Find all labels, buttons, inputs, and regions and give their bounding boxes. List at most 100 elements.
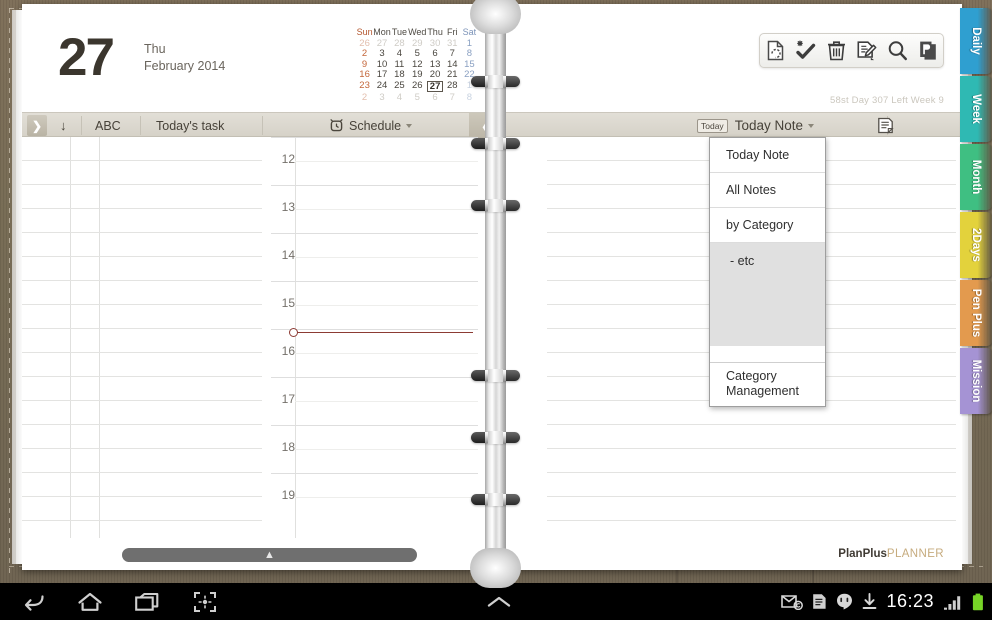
document-icon[interactable]: [812, 593, 827, 610]
mini-calendar-day[interactable]: 6: [427, 92, 444, 104]
mini-calendar-weekday: Tue: [391, 27, 407, 37]
mini-calendar-day[interactable]: 7: [444, 92, 461, 104]
abc-label: ABC: [95, 118, 121, 133]
hour-label: 13: [281, 200, 295, 214]
task-section-title[interactable]: Today's task: [156, 113, 224, 138]
ruled-line: [22, 304, 262, 305]
hour-line: [271, 185, 478, 186]
mini-calendar-day[interactable]: 23: [356, 81, 373, 93]
view-tab-daily[interactable]: Daily: [960, 8, 992, 74]
mini-calendar-weekday: Mon: [373, 27, 391, 37]
trash-icon[interactable]: [823, 38, 849, 64]
ruled-line: [22, 352, 262, 353]
schedule-pane[interactable]: 12 13 14 15 16 17 18 19: [263, 137, 478, 538]
mini-calendar-day[interactable]: 5: [408, 92, 427, 104]
schedule-section-title[interactable]: Schedule: [330, 113, 413, 138]
hangouts-icon[interactable]: [836, 593, 853, 610]
check-done-icon[interactable]: [793, 38, 819, 64]
hour-line: [271, 137, 478, 138]
expand-sidebar-button[interactable]: ❯: [27, 115, 47, 136]
hour-label: 19: [281, 488, 295, 502]
view-tab-week[interactable]: Week: [960, 76, 992, 142]
mini-calendar-day[interactable]: 16: [356, 70, 373, 81]
search-icon[interactable]: [884, 38, 910, 64]
battery-icon: [972, 593, 984, 611]
back-button[interactable]: [10, 583, 56, 620]
copy-page-icon[interactable]: [762, 38, 788, 64]
mini-calendar-day[interactable]: 28: [444, 81, 461, 93]
view-tab-pen-plus[interactable]: Pen Plus: [960, 280, 992, 346]
task-pane[interactable]: [22, 137, 262, 538]
view-tab-month[interactable]: Month: [960, 144, 992, 210]
mini-calendar-day[interactable]: 8: [461, 92, 478, 104]
mini-calendar-day[interactable]: 25: [391, 81, 408, 93]
drawer-handle[interactable]: ▲: [122, 548, 417, 562]
half-hour-line: [295, 257, 478, 258]
hour-line: [271, 473, 478, 474]
ruled-line: [547, 448, 956, 449]
mini-calendar[interactable]: Sun Mon Tue Wed Thu Fri Sat 26 27 28 29 30 31 1 2 3 4 5 6…: [356, 27, 478, 103]
mini-calendar-day[interactable]: 19: [408, 70, 427, 81]
view-tab-mission[interactable]: Mission: [960, 348, 992, 414]
task-column-divider: [70, 137, 71, 538]
mini-calendar-day[interactable]: 20: [427, 70, 444, 81]
ruled-line: [22, 520, 262, 521]
recents-button[interactable]: [124, 583, 170, 620]
hour-label: 15: [281, 296, 295, 310]
dropdown-item[interactable]: - etc: [710, 243, 825, 278]
mini-calendar-day[interactable]: 1: [461, 81, 478, 93]
today-badge[interactable]: Today: [697, 118, 728, 133]
home-button[interactable]: [67, 583, 113, 620]
today-note-section-title[interactable]: Today Today Note: [697, 113, 814, 138]
status-tray: 16:23: [781, 583, 984, 620]
mini-calendar-today[interactable]: 27: [426, 80, 444, 93]
expand-notifications-button[interactable]: [476, 583, 522, 620]
view-tabs: Daily Week Month 2Days Pen Plus Mission: [960, 8, 992, 416]
sort-toggle[interactable]: ↓: [60, 113, 67, 138]
collapse-panel-button[interactable]: ❮: [469, 113, 504, 138]
section-divider: [504, 116, 505, 135]
mini-calendar-day[interactable]: 22: [461, 70, 478, 81]
dropdown-item[interactable]: by Category: [710, 208, 825, 243]
abc-filter-button[interactable]: ABC: [95, 113, 121, 138]
note-label: Today Note: [734, 118, 803, 133]
current-time-line: [293, 332, 473, 333]
hour-line: [271, 281, 478, 282]
mini-calendar-header-row: Sun Mon Tue Wed Thu Fri Sat: [356, 27, 478, 39]
page-header: 27 Thu February 2014 Sun Mon Tue Wed Thu Fri S…: [22, 4, 962, 112]
view-tab-2days[interactable]: 2Days: [960, 212, 992, 278]
mini-calendar-day[interactable]: 18: [391, 70, 408, 81]
download-icon[interactable]: [862, 593, 877, 610]
hour-line: [271, 329, 478, 330]
dropdown-item[interactable]: Today Note: [710, 138, 825, 173]
screenshot-button[interactable]: [182, 583, 228, 620]
view-tab-label: Pen Plus: [970, 288, 982, 338]
mini-calendar-day[interactable]: 4: [391, 92, 408, 104]
ruled-line: [22, 328, 262, 329]
half-hour-line: [295, 305, 478, 306]
note-category-dropdown[interactable]: Today Note All Notes by Category - etc Cate…: [709, 137, 826, 407]
mini-calendar-weekday: Fri: [446, 27, 458, 37]
chevron-down-icon: [807, 123, 814, 128]
ruled-line: [22, 424, 262, 425]
mini-calendar-day[interactable]: 17: [373, 70, 391, 81]
mini-calendar-day[interactable]: 24: [373, 81, 391, 93]
ruled-line: [547, 472, 956, 473]
mini-calendar-day[interactable]: 3: [373, 92, 391, 104]
mini-calendar-day[interactable]: 21: [444, 70, 461, 81]
note-page-icon[interactable]: [877, 113, 894, 138]
ruled-line: [22, 376, 262, 377]
ruled-line: [22, 400, 262, 401]
section-divider: [140, 116, 141, 135]
email-icon[interactable]: [781, 594, 804, 610]
planner-app-icon[interactable]: [915, 38, 941, 64]
mini-calendar-weekday: Thu: [427, 27, 443, 37]
chevron-down-icon: [406, 123, 413, 128]
mini-calendar-day[interactable]: 2: [356, 92, 373, 104]
edit-note-icon[interactable]: [854, 38, 880, 64]
status-line: 58st Day 307 Left Week 9: [830, 95, 944, 106]
category-management-item[interactable]: Category Management: [710, 362, 825, 406]
mini-calendar-day[interactable]: 26: [408, 81, 427, 93]
dropdown-item[interactable]: All Notes: [710, 173, 825, 208]
hour-line: [271, 377, 478, 378]
